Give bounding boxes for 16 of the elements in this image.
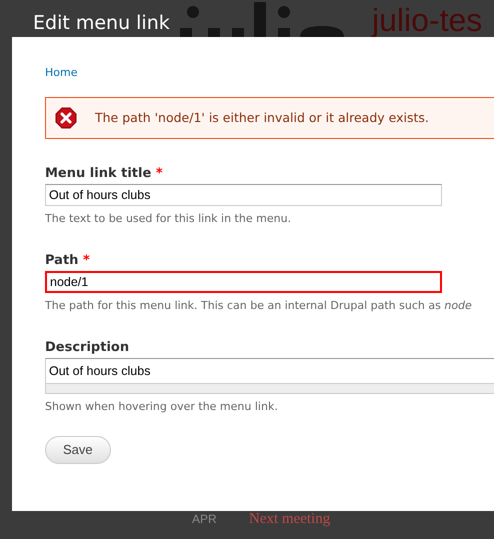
field-description: The path for this menu link. This can be an internal Drupal path such as node [45,299,473,313]
error-text: The path 'node/1' is either invalid or it already exists. [95,108,429,127]
field-label: Description [45,340,130,356]
field-label: Path * [45,253,91,269]
text-field[interactable]: Out of hours clubs [45,184,442,206]
field-label: Menu link title * [45,166,164,182]
dialog-title: Edit menu link [33,11,170,36]
field-description: Shown when hovering over the menu link. [45,400,279,414]
description-textarea[interactable]: Out of hours clubs [45,358,494,394]
save-button[interactable]: Save [45,436,111,464]
text-field[interactable]: node/1 [45,271,442,293]
event-title: Next meeting [249,512,330,527]
error-icon [55,107,77,129]
field-description: The text to be used for this link in the menu. [45,212,292,226]
breadcrumb-link[interactable]: Home [45,66,78,79]
event-month: APR [192,513,217,525]
